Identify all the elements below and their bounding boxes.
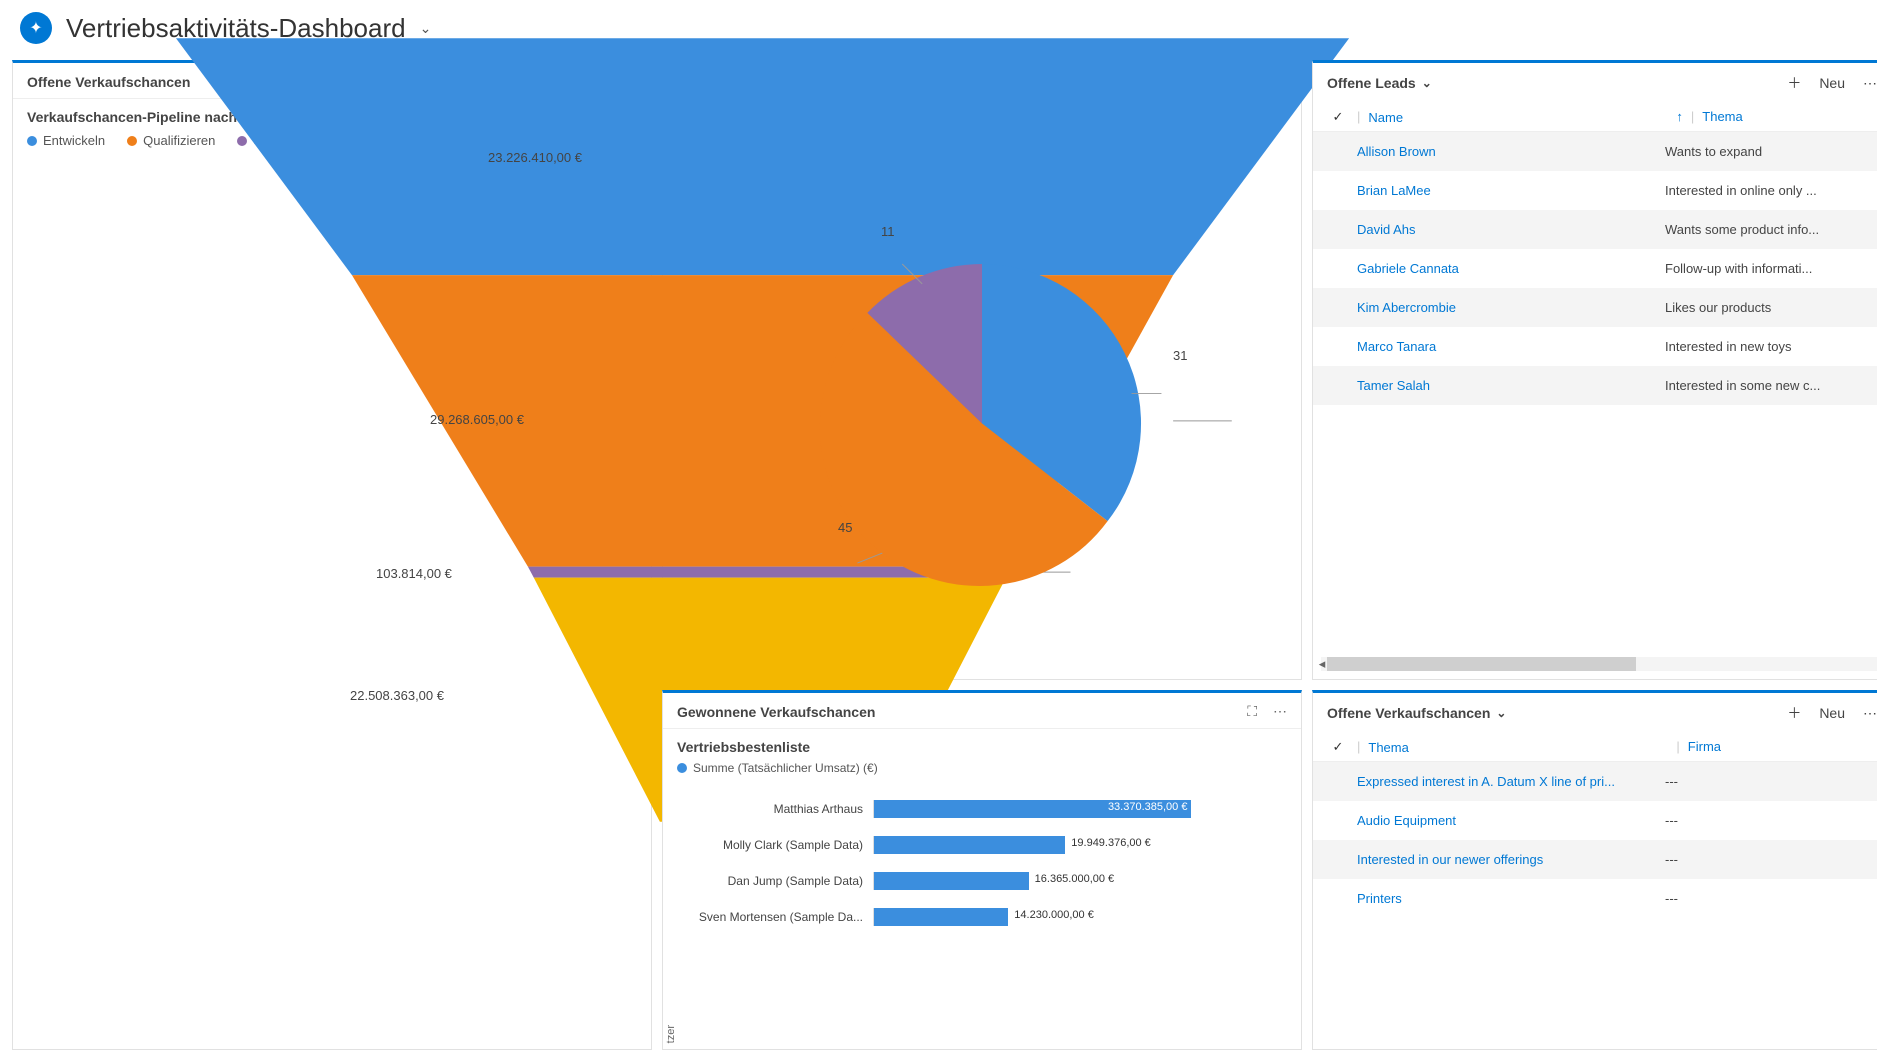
bar-name: Sven Mortensen (Sample Da...: [683, 910, 873, 924]
card-pie: Alle Verkaufschancen ⛶ ⋯ Verkaufschance …: [662, 60, 1302, 680]
lead-topic: Interested in new toys: [1665, 339, 1877, 354]
bar-name: Matthias Arthaus: [683, 802, 873, 816]
lead-topic: Follow-up with informati...: [1665, 261, 1877, 276]
bar-row: Dan Jump (Sample Data) 16.365.000,00 €: [683, 863, 1281, 899]
col-name[interactable]: Name: [1368, 110, 1403, 125]
table-row[interactable]: Allison Brown Wants to expand: [1313, 132, 1877, 171]
table-row[interactable]: Brian LaMee Interested in online only ...: [1313, 171, 1877, 210]
table-row[interactable]: David Ahs Wants some product info...: [1313, 210, 1877, 249]
bar-value: 19.949.376,00 €: [1071, 837, 1151, 849]
opp-company: ---: [1665, 813, 1877, 828]
opp-topic[interactable]: Audio Equipment: [1357, 813, 1657, 828]
col-topic[interactable]: Thema: [1368, 739, 1668, 755]
bar-name: Molly Clark (Sample Data): [683, 838, 873, 852]
pie-value: 11: [881, 224, 895, 239]
lead-name[interactable]: Tamer Salah: [1357, 378, 1657, 393]
opp-company: ---: [1665, 891, 1877, 906]
funnel-chart: 23.226.410,00 € 29.268.605,00 € 103.814,…: [12, 60, 652, 840]
select-all-icon[interactable]: ✓: [1327, 109, 1349, 125]
table-row[interactable]: Gabriele Cannata Follow-up with informati…: [1313, 249, 1877, 288]
select-all-icon[interactable]: ✓: [1327, 739, 1349, 755]
list-title: Offene Leads: [1327, 75, 1416, 91]
bar-value: 14.230.000,00 €: [1014, 909, 1094, 921]
card-subtitle: Vertriebsbestenliste: [663, 729, 1301, 755]
lead-name[interactable]: Marco Tanara: [1357, 339, 1657, 354]
table-row[interactable]: Audio Equipment ---: [1313, 801, 1877, 840]
add-icon[interactable]: ＋: [1787, 703, 1801, 723]
bar-chart: Matthias Arthaus 33.370.385,00 € Molly Cla…: [663, 781, 1301, 935]
lead-name[interactable]: Brian LaMee: [1357, 183, 1657, 198]
new-button[interactable]: Neu: [1819, 705, 1845, 721]
table-row[interactable]: Tamer Salah Interested in some new c...: [1313, 366, 1877, 405]
column-headers: ✓| Name ↑| Thema: [1313, 103, 1877, 132]
lead-topic: Interested in online only ...: [1665, 183, 1877, 198]
chevron-down-icon[interactable]: ⌄: [1496, 706, 1506, 720]
leads-rows: Allison Brown Wants to expand Brian LaMee I…: [1313, 132, 1877, 405]
more-icon[interactable]: ⋯: [1863, 75, 1877, 92]
opp-topic[interactable]: Interested in our newer offerings: [1357, 852, 1657, 867]
table-row[interactable]: Kim Abercrombie Likes our products: [1313, 288, 1877, 327]
opps-rows: Expressed interest in A. Datum X line of…: [1313, 762, 1877, 918]
col-topic[interactable]: Thema: [1702, 109, 1877, 125]
more-icon[interactable]: ⋯: [1273, 703, 1287, 720]
opp-topic[interactable]: Expressed interest in A. Datum X line of…: [1357, 774, 1657, 789]
bar-row: Matthias Arthaus 33.370.385,00 €: [683, 791, 1281, 827]
y-axis-label: tzer: [665, 1025, 677, 1043]
more-icon[interactable]: ⋯: [1863, 705, 1877, 722]
funnel-value: 23.226.410,00 €: [488, 150, 582, 165]
opp-company: ---: [1665, 852, 1877, 867]
lead-name[interactable]: Kim Abercrombie: [1357, 300, 1657, 315]
lead-name[interactable]: David Ahs: [1357, 222, 1657, 237]
lead-topic: Interested in some new c...: [1665, 378, 1877, 393]
bar-name: Dan Jump (Sample Data): [683, 874, 873, 888]
lead-topic: Wants some product info...: [1665, 222, 1877, 237]
opp-topic[interactable]: Printers: [1357, 891, 1657, 906]
funnel-value: 103.814,00 €: [376, 566, 452, 581]
list-title: Offene Verkaufschancen: [1327, 705, 1490, 721]
chevron-down-icon[interactable]: ⌄: [1422, 76, 1432, 90]
lead-name[interactable]: Allison Brown: [1357, 144, 1657, 159]
expand-icon[interactable]: ⛶: [1247, 703, 1257, 720]
card-funnel: Offene Verkaufschancen ⛶ ⋯ Verkaufschanc…: [12, 60, 652, 1050]
table-row[interactable]: Marco Tanara Interested in new toys: [1313, 327, 1877, 366]
bar-legend: Summe (Tatsächlicher Umsatz) (€): [693, 761, 878, 775]
bar-row: Molly Clark (Sample Data) 19.949.376,00 €: [683, 827, 1281, 863]
card-leads: Offene Leads ⌄ ＋ Neu ⋯ ✓| Name ↑| Thema A…: [1312, 60, 1877, 680]
bar-row: Sven Mortensen (Sample Da... 14.230.000,0…: [683, 899, 1281, 935]
lead-topic: Wants to expand: [1665, 144, 1877, 159]
table-row[interactable]: Expressed interest in A. Datum X line of…: [1313, 762, 1877, 801]
card-title: Gewonnene Verkaufschancen: [677, 704, 875, 720]
table-row[interactable]: Printers ---: [1313, 879, 1877, 918]
add-icon[interactable]: ＋: [1787, 73, 1801, 93]
col-company[interactable]: Firma: [1688, 739, 1877, 755]
pie-value: 31: [1173, 348, 1187, 363]
lead-name[interactable]: Gabriele Cannata: [1357, 261, 1657, 276]
lead-topic: Likes our products: [1665, 300, 1877, 315]
card-bars: Gewonnene Verkaufschancen ⛶ ⋯ Vertriebsb…: [662, 690, 1302, 1050]
opp-company: ---: [1665, 774, 1877, 789]
funnel-value: 29.268.605,00 €: [430, 412, 524, 427]
bar-value: 33.370.385,00 €: [1108, 801, 1188, 813]
column-headers: ✓| Thema| Firma: [1313, 733, 1877, 762]
horizontal-scrollbar[interactable]: ◂ ▸: [1321, 657, 1877, 671]
bar-value: 16.365.000,00 €: [1035, 873, 1115, 885]
pie-value: 45: [838, 520, 852, 535]
table-row[interactable]: Interested in our newer offerings ---: [1313, 840, 1877, 879]
new-button[interactable]: Neu: [1819, 75, 1845, 91]
pie-chart: 31 45 11: [663, 148, 1301, 679]
funnel-value: 22.508.363,00 €: [350, 688, 444, 703]
card-opportunities: Offene Verkaufschancen ⌄ ＋ Neu ⋯ ✓| Thema…: [1312, 690, 1877, 1050]
